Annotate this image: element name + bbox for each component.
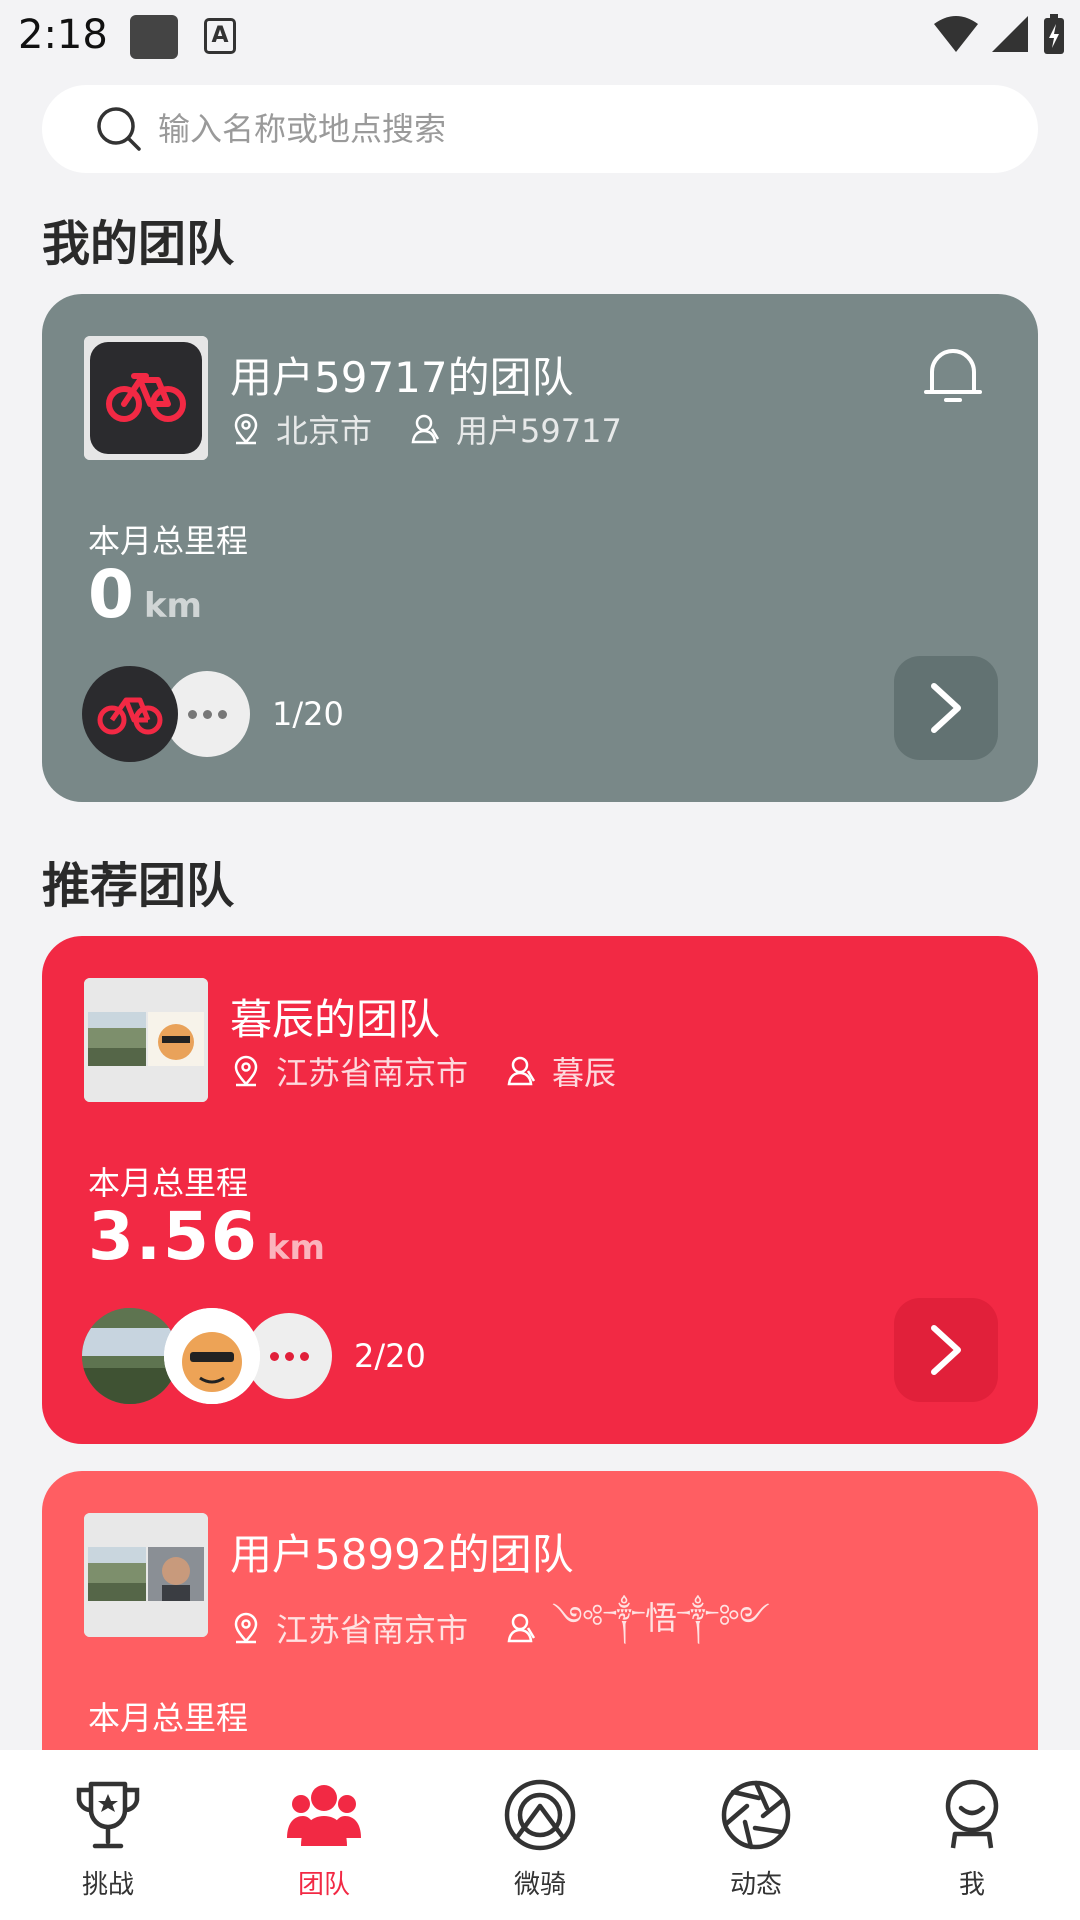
bell-icon[interactable] [922, 342, 984, 408]
bike-logo-icon [84, 336, 208, 460]
chevron-right-icon [931, 1325, 961, 1375]
location-pin-icon [234, 1055, 258, 1087]
tab-feed[interactable]: 动态 [648, 1750, 864, 1920]
team-owner: 暮辰 [552, 1054, 617, 1092]
wifi-icon [934, 16, 978, 52]
mileage-label: 本月总里程 [88, 1699, 249, 1737]
tab-challenge[interactable]: 挑战 [0, 1750, 216, 1920]
mileage: 0 km [88, 556, 202, 633]
team-icon [287, 1785, 361, 1846]
team-owner: 用户59717 [456, 412, 622, 450]
mileage-unit: km [143, 586, 202, 626]
ride-icon [504, 1779, 576, 1851]
team-logo [84, 336, 208, 460]
team-location: 北京市 [276, 412, 373, 450]
team-logo [84, 978, 208, 1102]
team-name: 暮辰的团队 [230, 995, 441, 1044]
tab-ride[interactable]: 微骑 [432, 1750, 648, 1920]
team-meta: 北京市 用户59717 [230, 406, 622, 452]
keyboard-notification-icon: A [204, 18, 236, 54]
trophy-icon [76, 1781, 140, 1849]
location-pin-icon [234, 413, 258, 445]
search-bar[interactable] [42, 85, 1038, 173]
team-location: 江苏省南京市 [276, 1054, 469, 1092]
my-team-card[interactable]: 用户59717的团队 北京市 用户59717 本月总里程 0 km 1/20 [42, 294, 1038, 802]
team-page: 2:18 A 我的团队 用户59717的团队 [0, 0, 1080, 1920]
bike-avatar-icon [97, 697, 163, 735]
bottom-tab-bar: 挑战 团队 微骑 动态 我 [0, 1750, 1080, 1920]
member-avatars[interactable]: 2/20 [82, 1308, 426, 1404]
owner-icon [507, 1056, 536, 1086]
avatar [164, 1308, 260, 1404]
chevron-right-icon [931, 683, 961, 733]
tab-label: 动态 [729, 1870, 782, 1900]
search-input[interactable] [158, 110, 958, 148]
battery-icon [1044, 14, 1064, 54]
avatar-cartoon-image [164, 1308, 260, 1404]
team-meta: 江苏省南京市 ༺༒悟༒༻ [230, 1583, 770, 1673]
aperture-icon [721, 1780, 791, 1850]
team-owner: ༺༒悟༒༻ [552, 1599, 770, 1637]
recommended-team-card[interactable]: 暮辰的团队 江苏省南京市 暮辰 本月总里程 3.56 km 2/20 [42, 936, 1038, 1444]
member-count: 2/20 [354, 1337, 426, 1375]
avatar [82, 666, 178, 762]
mileage-unit: km [266, 1228, 325, 1268]
team-name: 用户59717的团队 [230, 353, 574, 402]
mileage-value: 0 [88, 556, 136, 633]
tab-label: 挑战 [81, 1870, 134, 1900]
enter-team-button[interactable] [894, 1298, 998, 1402]
recommended-heading: 推荐团队 [42, 858, 235, 914]
profile-icon [945, 1779, 999, 1849]
team-name: 用户58992的团队 [230, 1530, 574, 1579]
search-icon [97, 107, 141, 151]
my-team-heading: 我的团队 [42, 216, 235, 272]
location-pin-icon [234, 1612, 258, 1644]
team-photo-image [84, 1513, 208, 1637]
owner-icon [411, 414, 440, 444]
team-meta: 江苏省南京市 暮辰 [230, 1048, 616, 1094]
tab-label: 我 [958, 1870, 985, 1900]
team-photo-image [84, 978, 208, 1102]
status-time: 2:18 [18, 12, 108, 58]
member-count: 1/20 [272, 695, 344, 733]
team-location: 江苏省南京市 [276, 1611, 469, 1649]
member-avatars[interactable]: 1/20 [82, 666, 344, 762]
enter-team-button[interactable] [894, 656, 998, 760]
tab-me[interactable]: 我 [864, 1750, 1080, 1920]
status-bar: 2:18 A [0, 0, 1080, 75]
signal-icon [992, 16, 1028, 52]
team-logo [84, 1513, 208, 1637]
status-icons [934, 14, 1066, 54]
tab-team[interactable]: 团队 [216, 1750, 432, 1920]
tab-label: 团队 [297, 1870, 350, 1900]
mileage-value: 3.56 [88, 1198, 259, 1275]
tab-label: 微骑 [513, 1870, 566, 1900]
notification-app-icon [130, 15, 178, 59]
owner-icon [507, 1613, 536, 1643]
mileage: 3.56 km [88, 1198, 325, 1275]
